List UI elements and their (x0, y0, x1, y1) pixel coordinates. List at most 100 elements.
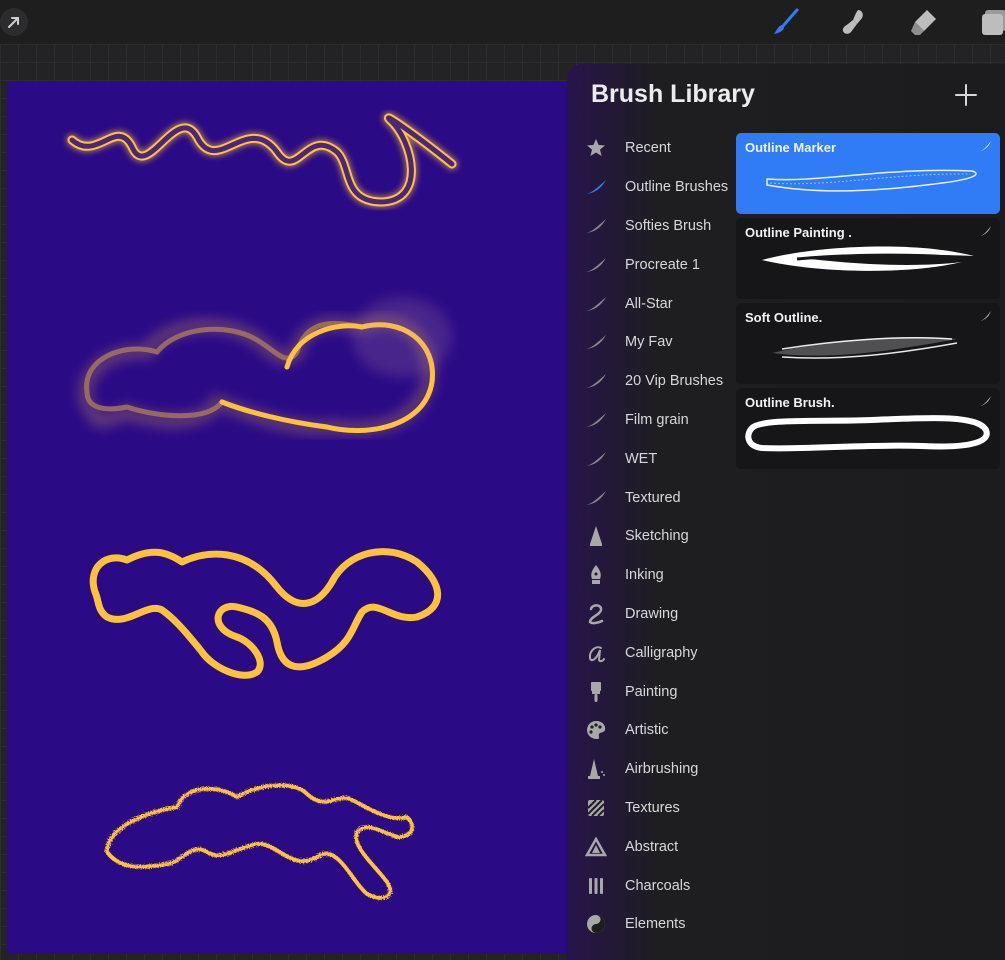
set-item-airbrushing[interactable]: Airbrushing (567, 750, 735, 789)
layers-icon (982, 10, 1005, 35)
brush-stroke-icon (584, 447, 608, 471)
brush-stroke-icon (981, 226, 991, 236)
set-item-calligraphy[interactable]: Calligraphy (567, 633, 735, 672)
brush-name: Outline Marker (745, 140, 837, 155)
brush-name: Outline Brush. (745, 395, 835, 410)
brushes-list: Outline Marker Outline Painting . Soft O… (736, 133, 1001, 473)
set-item-recent[interactable]: Recent (567, 129, 735, 168)
brush-card-outline-painting[interactable]: Outline Painting . (736, 218, 1000, 299)
stroke-outline-brush (89, 548, 442, 679)
brush-preview-stroke (762, 246, 974, 271)
set-item-artistic[interactable]: Artistic (567, 711, 735, 750)
set-item-sketching[interactable]: Sketching (567, 517, 735, 556)
set-item-charcoals[interactable]: Charcoals (567, 866, 735, 905)
set-item-outline-brushes[interactable]: Outline Brushes (567, 168, 735, 207)
star-icon (584, 136, 608, 160)
set-label: Abstract (625, 838, 679, 855)
brush-stroke-icon (584, 175, 608, 199)
paintbrush-icon (774, 8, 799, 34)
palette-icon (584, 718, 608, 742)
canvas-strokes (66, 111, 458, 900)
brush-tool-button[interactable] (770, 6, 802, 38)
brush-stroke-icon (584, 292, 608, 316)
set-item-all-star[interactable]: All-Star (567, 284, 735, 323)
brush-card-outline-brush[interactable]: Outline Brush. (736, 388, 1000, 469)
brush-stroke-icon (584, 408, 608, 432)
set-label: Film grain (625, 411, 689, 428)
brush-stroke-icon (584, 486, 608, 510)
set-label: All-Star (625, 295, 673, 312)
set-label: Elements (625, 916, 686, 933)
brush-preview-stroke (772, 336, 958, 359)
set-item-procreate-1[interactable]: Procreate 1 (567, 245, 735, 284)
brush-preview-stroke (745, 415, 990, 452)
set-item-textured[interactable]: Textured (567, 478, 735, 517)
set-item-20-vip-brushes[interactable]: 20 Vip Brushes (567, 362, 735, 401)
add-brush-button[interactable] (953, 82, 979, 108)
brush-card-soft-outline[interactable]: Soft Outline. (736, 303, 1000, 384)
brush-stroke-icon (584, 214, 608, 238)
set-item-softies-brush[interactable]: Softies Brush (567, 207, 735, 246)
set-label: Recent (625, 140, 671, 157)
brush-library-panel: Brush Library Recent Outline Brushes Sof… (567, 64, 1005, 960)
panel-title: Brush Library (591, 80, 755, 108)
brush-stroke-icon (981, 311, 991, 321)
set-label: Softies Brush (625, 217, 712, 234)
smudge-tool-button[interactable] (838, 6, 870, 38)
set-label: Sketching (625, 528, 689, 545)
yin-yang-icon (584, 912, 608, 936)
brush-stroke-icon (584, 253, 608, 277)
drawing-canvas[interactable] (7, 82, 567, 954)
airbrush-icon (584, 757, 608, 781)
set-item-elements[interactable]: Elements (567, 905, 735, 944)
top-toolbar (0, 0, 1005, 44)
squiggle-icon (584, 602, 608, 626)
set-item-wet[interactable]: WET (567, 439, 735, 478)
pencil-tip-icon (584, 524, 608, 548)
arrow-icon (8, 17, 19, 28)
smudge-finger-icon (842, 10, 863, 34)
set-item-abstract[interactable]: Abstract (567, 827, 735, 866)
brush-sets-list: Recent Outline Brushes Softies Brush Pro… (567, 129, 735, 944)
set-label: Calligraphy (625, 644, 698, 661)
charcoal-sticks-icon (584, 874, 608, 898)
set-label: Charcoals (625, 877, 691, 894)
brush-name: Soft Outline. (745, 310, 823, 325)
plus-icon (955, 84, 977, 106)
pen-nib-icon (584, 563, 608, 587)
brush-stroke-icon (584, 330, 608, 354)
set-label: My Fav (625, 334, 673, 351)
set-label: 20 Vip Brushes (625, 373, 724, 390)
set-label: Airbrushing (625, 761, 699, 778)
set-label: Inking (625, 567, 664, 584)
calligraphy-a-icon (584, 641, 608, 665)
set-item-textures[interactable]: Textures (567, 789, 735, 828)
set-item-painting[interactable]: Painting (567, 672, 735, 711)
set-label: Drawing (625, 605, 679, 622)
eraser-tool-button[interactable] (908, 6, 940, 38)
brush-stroke-icon (981, 396, 991, 406)
set-item-drawing[interactable]: Drawing (567, 595, 735, 634)
set-label: Painting (625, 683, 678, 700)
brush-stroke-icon (584, 369, 608, 393)
modify-arrow-button[interactable] (0, 8, 28, 36)
brush-card-outline-marker[interactable]: Outline Marker (736, 133, 1000, 214)
stroke-outline-marker (66, 111, 458, 208)
set-item-film-grain[interactable]: Film grain (567, 401, 735, 440)
hatch-square-icon (584, 796, 608, 820)
brush-stroke-icon (981, 141, 991, 151)
layers-tool-button[interactable] (975, 6, 1005, 38)
set-label: WET (625, 450, 658, 467)
set-item-my-fav[interactable]: My Fav (567, 323, 735, 362)
set-label: Textured (625, 489, 681, 506)
brush-preview-stroke (766, 169, 977, 192)
eraser-icon (911, 10, 936, 35)
paint-brush-icon (584, 680, 608, 704)
set-label: Artistic (625, 722, 669, 739)
set-label: Textures (625, 799, 680, 816)
set-item-inking[interactable]: Inking (567, 556, 735, 595)
brush-name: Outline Painting . (745, 225, 852, 240)
set-label: Procreate 1 (625, 256, 700, 273)
triangle-icon (584, 835, 608, 859)
stroke-outline-painting (78, 297, 452, 436)
